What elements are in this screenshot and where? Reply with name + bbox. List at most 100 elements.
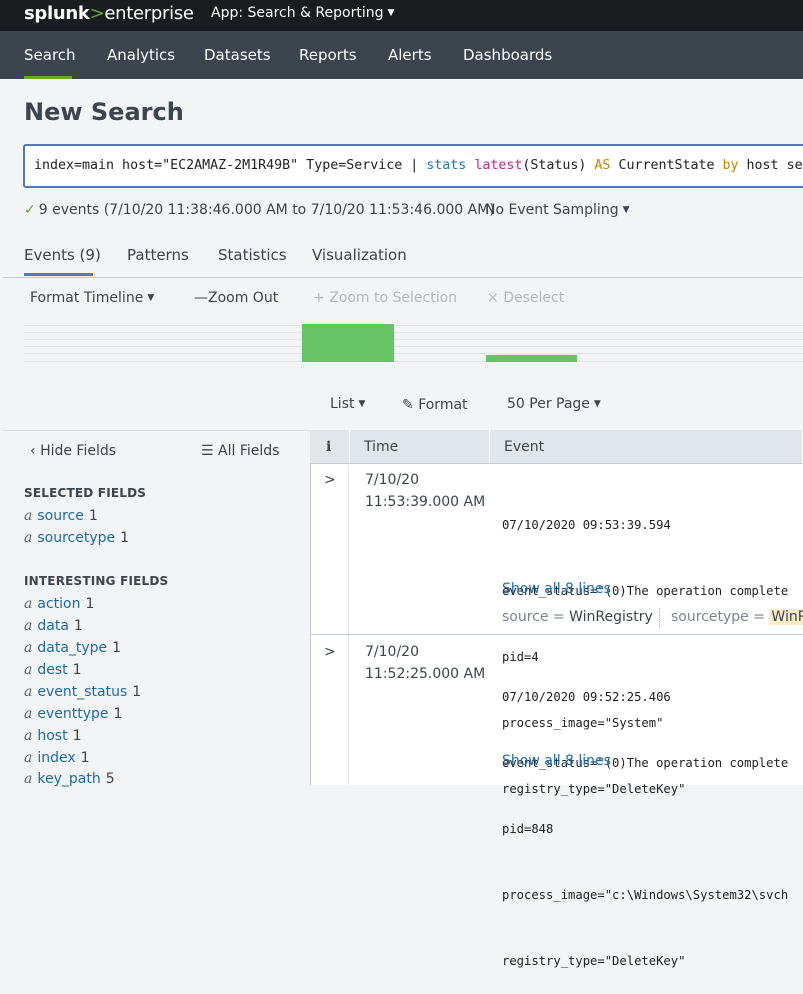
- tabs-divider: [3, 277, 803, 278]
- field-count: 1: [88, 508, 98, 524]
- list-icon: ☰: [201, 443, 214, 459]
- search-input[interactable]: index=main host="EC2AMAZ-2M1R49B" Type=S…: [23, 144, 803, 188]
- timeline-gridline: [24, 325, 803, 326]
- field-host[interactable]: a host 1: [24, 728, 82, 744]
- field-name: dest: [37, 662, 68, 678]
- column-header-event[interactable]: Event: [490, 430, 803, 464]
- nav-alerts[interactable]: Alerts: [388, 46, 432, 64]
- field-count: 1: [73, 618, 83, 634]
- zoom-to-selection-label: Zoom to Selection: [329, 290, 458, 306]
- nav-reports[interactable]: Reports: [299, 46, 357, 64]
- field-name: host: [37, 728, 68, 744]
- tab-events[interactable]: Events (9): [24, 246, 101, 264]
- event-sampling-dropdown[interactable]: No Event Sampling ▼: [485, 202, 630, 218]
- field-name: data_type: [37, 640, 108, 656]
- field-event-status[interactable]: a event_status 1: [24, 684, 141, 700]
- event-raw-text: 07/10/2020 09:52:25.406 event_status="(0…: [502, 642, 803, 994]
- query-text-segment: host servic: [746, 158, 803, 173]
- field-data[interactable]: a data 1: [24, 618, 83, 634]
- meta-value: WinRegistry: [569, 609, 653, 625]
- show-all-lines-link[interactable]: Show all 8 lines: [502, 581, 611, 597]
- field-eventtype[interactable]: a eventtype 1: [24, 706, 122, 722]
- query-function-latest: latest: [474, 158, 523, 173]
- show-all-lines-link[interactable]: Show all 8 lines: [502, 753, 611, 769]
- expand-row-icon[interactable]: >: [324, 472, 336, 488]
- field-sourcetype[interactable]: a sourcetype 1: [24, 530, 129, 546]
- field-count: 1: [120, 530, 130, 546]
- format-timeline-label: Format Timeline: [30, 290, 144, 306]
- pencil-icon: ✎: [402, 397, 414, 413]
- splunk-logo[interactable]: splunk>enterprise: [24, 3, 194, 24]
- event-timestamp[interactable]: 7/10/20 11:53:39.000 AM: [365, 469, 485, 513]
- events-count-text: 9 events (7/10/20 11:38:46.000 AM to 7/1…: [38, 202, 495, 218]
- event-timestamp[interactable]: 7/10/20 11:52:25.000 AM: [365, 641, 485, 685]
- timeline-bar[interactable]: [486, 355, 577, 362]
- list-view-dropdown[interactable]: List ▼: [330, 396, 365, 412]
- page-title: New Search: [24, 98, 184, 126]
- zoom-to-selection-button[interactable]: + Zoom to Selection: [313, 290, 457, 306]
- app-menu[interactable]: App: Search & Reporting ▼: [211, 5, 394, 21]
- per-page-dropdown[interactable]: 50 Per Page ▼: [507, 396, 601, 412]
- column-header-time[interactable]: Time: [350, 430, 490, 464]
- meta-key: source =: [502, 609, 565, 625]
- tab-statistics[interactable]: Statistics: [218, 246, 287, 264]
- field-action[interactable]: a action 1: [24, 596, 94, 612]
- field-type-icon: a: [24, 640, 33, 656]
- search-query-text: index=main host="EC2AMAZ-2M1R49B" Type=S…: [34, 158, 803, 173]
- tab-visualization[interactable]: Visualization: [312, 246, 407, 264]
- query-text-segment: CurrentState: [610, 158, 723, 173]
- field-count: 1: [85, 596, 95, 612]
- event-line: 07/10/2020 09:52:25.406: [502, 690, 671, 704]
- field-index[interactable]: a index 1: [24, 750, 90, 766]
- timeline-bar[interactable]: [302, 324, 394, 362]
- tab-patterns[interactable]: Patterns: [127, 246, 189, 264]
- close-icon: ×: [487, 290, 499, 306]
- expand-row-icon[interactable]: >: [324, 644, 336, 660]
- nav-dashboards[interactable]: Dashboards: [463, 46, 552, 64]
- meta-key: sourcetype =: [671, 609, 765, 625]
- query-text-segment: (Status): [522, 158, 595, 173]
- interesting-fields-heading: INTERESTING FIELDS: [24, 574, 169, 588]
- field-type-icon: a: [24, 596, 33, 612]
- deselect-button[interactable]: × Deselect: [487, 290, 564, 306]
- deselect-label: Deselect: [503, 290, 565, 306]
- column-header-info: i: [310, 430, 350, 464]
- field-name: index: [37, 750, 76, 766]
- hide-fields-button[interactable]: ‹ Hide Fields: [30, 443, 116, 459]
- query-text-segment: index=main host="EC2AMAZ-2M1R49B" Type=S…: [34, 158, 427, 173]
- nav-datasets[interactable]: Datasets: [204, 46, 271, 64]
- field-name: source: [37, 508, 84, 524]
- format-button[interactable]: ✎ Format: [402, 397, 468, 413]
- nav-analytics[interactable]: Analytics: [107, 46, 175, 64]
- tab-active-indicator: [24, 273, 93, 276]
- nav-search[interactable]: Search: [24, 46, 76, 64]
- event-sampling-label: No Event Sampling: [485, 202, 619, 218]
- event-line: pid=848: [502, 822, 554, 836]
- format-timeline-button[interactable]: Format Timeline ▼: [30, 290, 154, 306]
- event-line: 07/10/2020 09:53:39.594: [502, 518, 671, 532]
- event-time: 11:53:39.000 AM: [365, 494, 486, 510]
- row-divider: [310, 634, 803, 635]
- top-bar: splunk>enterprise App: Search & Reportin…: [0, 0, 803, 31]
- field-source[interactable]: a source 1: [24, 508, 98, 524]
- field-dest[interactable]: a dest 1: [24, 662, 82, 678]
- field-data-type[interactable]: a data_type 1: [24, 640, 121, 656]
- app-nav-bar: Search Analytics Datasets Reports Alerts…: [0, 31, 803, 79]
- timeline-gridline: [24, 361, 803, 362]
- field-type-icon: a: [24, 706, 33, 722]
- field-name: eventtype: [37, 706, 109, 722]
- event-line: process_image="c:\Windows\System32\svch: [502, 888, 789, 902]
- check-icon: ✓: [24, 202, 36, 218]
- field-name: event_status: [37, 684, 128, 700]
- all-fields-button[interactable]: ☰ All Fields: [201, 443, 279, 459]
- row-gutter: [311, 465, 349, 634]
- event-meta-source[interactable]: source = WinRegistry: [502, 609, 653, 625]
- field-count: 1: [80, 750, 90, 766]
- timeline-gridline: [24, 339, 803, 340]
- field-type-icon: a: [24, 750, 33, 766]
- meta-divider: [659, 608, 660, 628]
- list-view-label: List: [330, 396, 355, 412]
- event-meta-sourcetype[interactable]: sourcetype = WinRe: [671, 609, 803, 625]
- zoom-out-button[interactable]: —Zoom Out: [194, 290, 278, 306]
- caret-down-icon: ▼: [387, 8, 395, 18]
